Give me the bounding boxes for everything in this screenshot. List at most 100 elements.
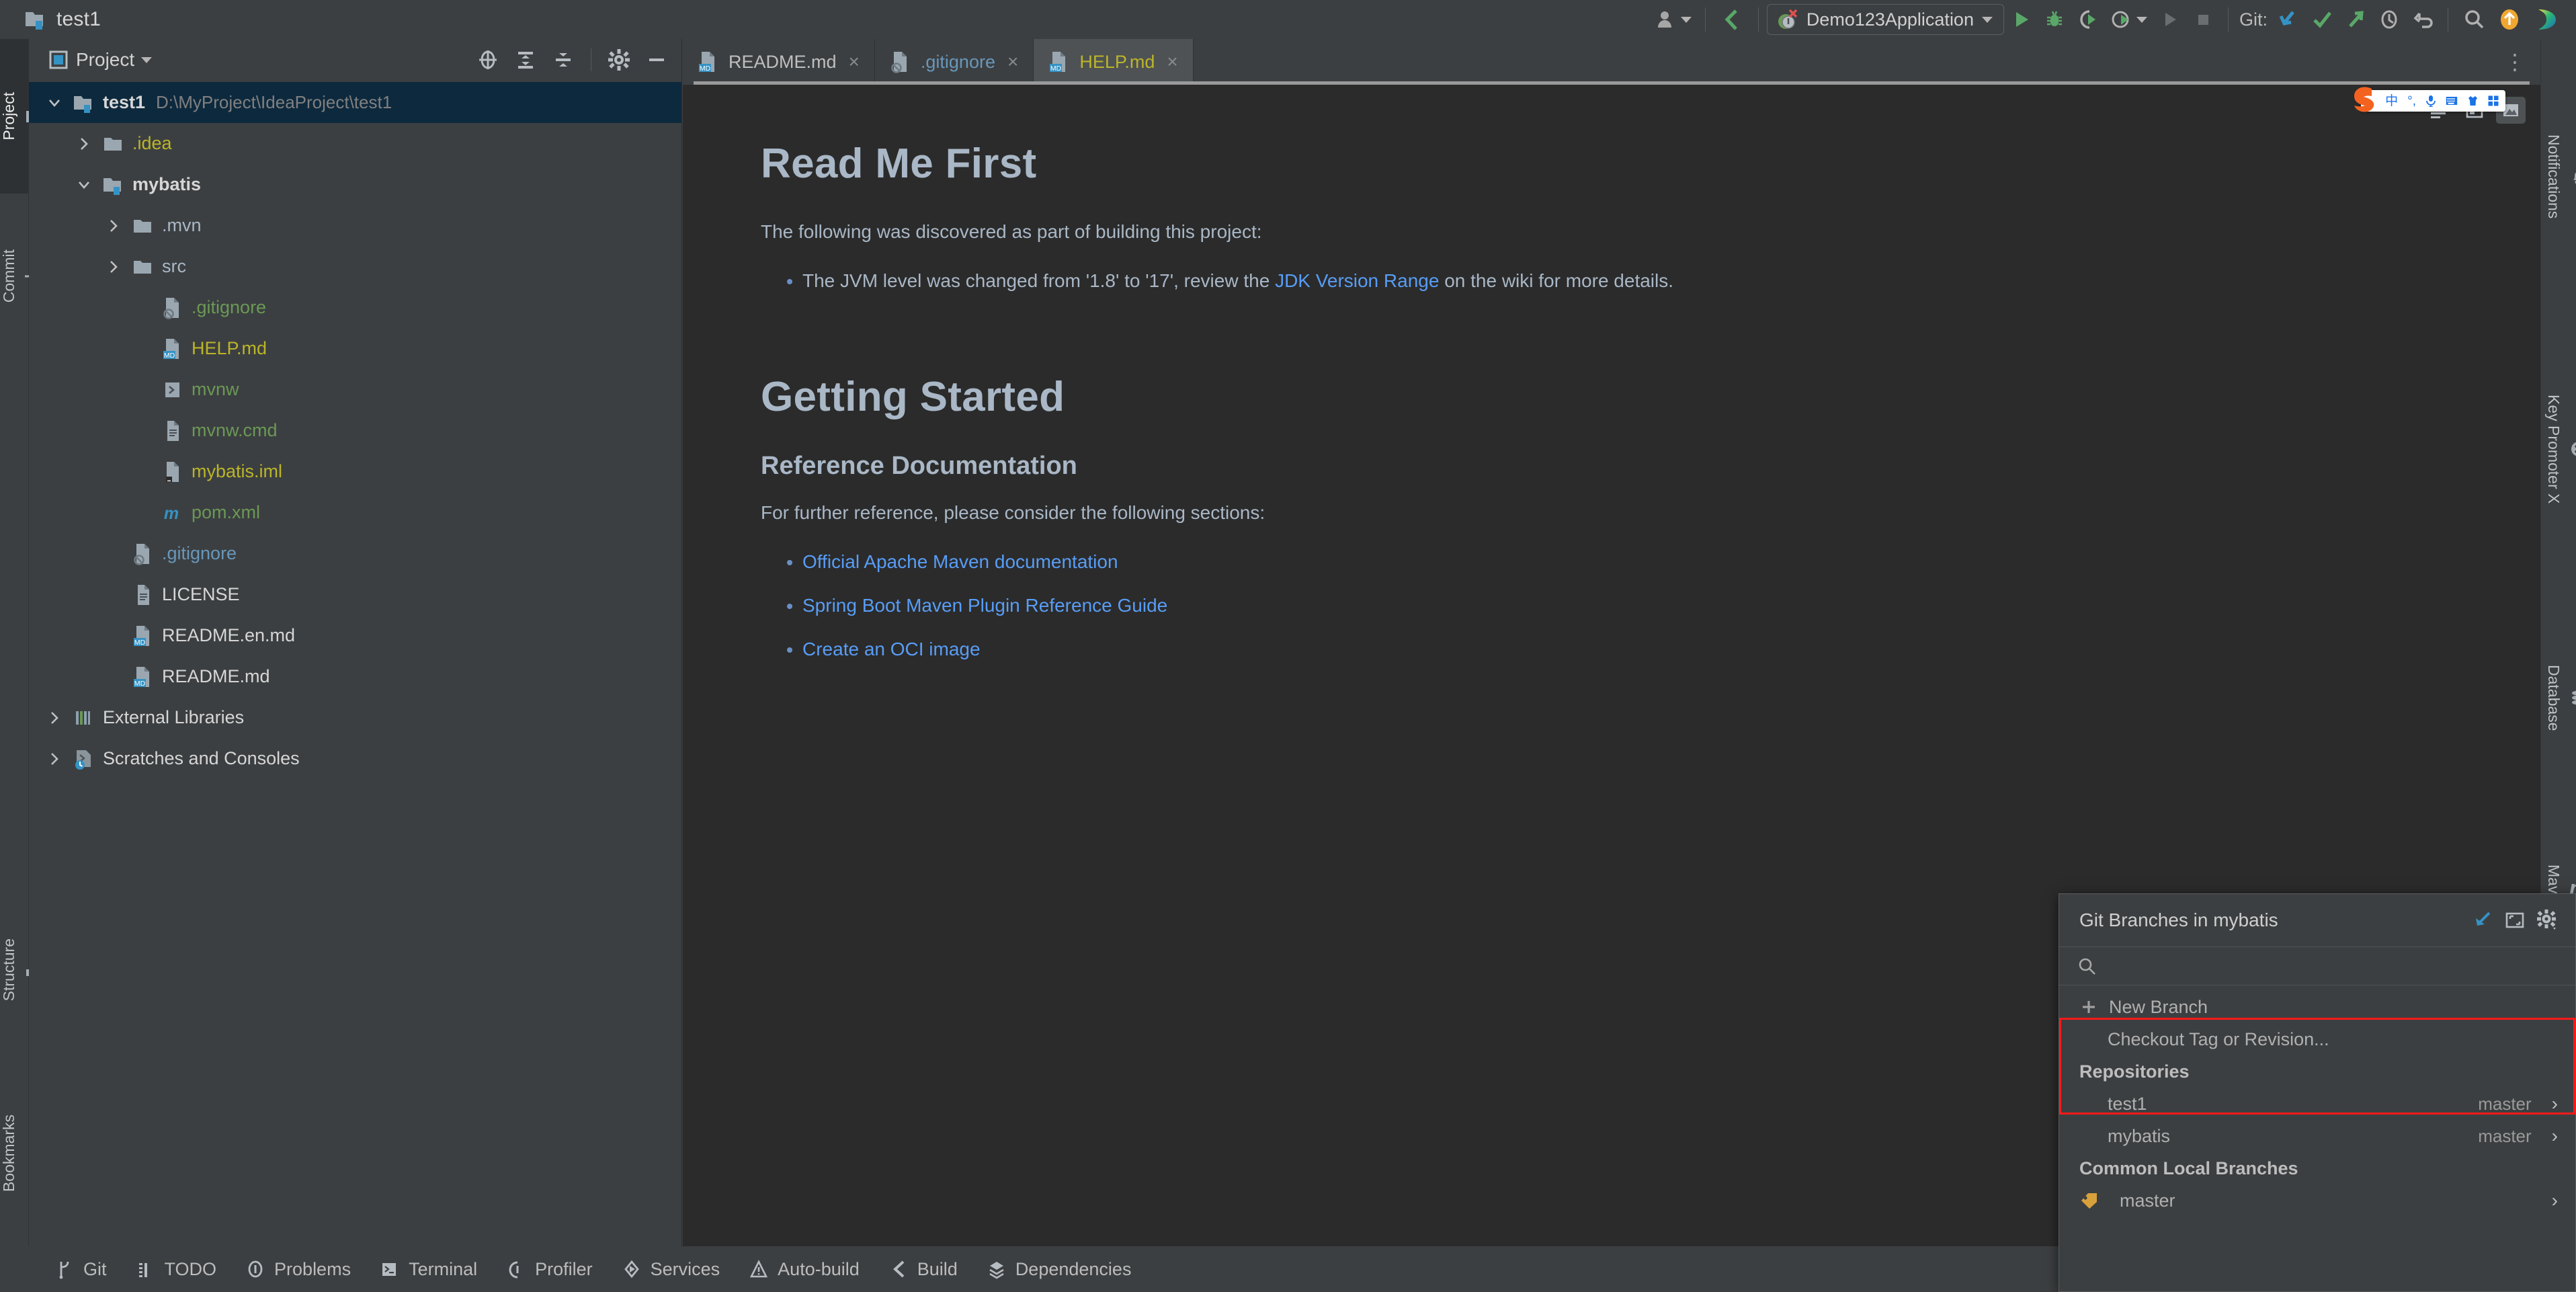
git-rollback-button[interactable] <box>2406 3 2440 36</box>
repository-row-mybatis[interactable]: mybatis master › <box>2059 1120 2575 1152</box>
git-history-button[interactable] <box>2372 3 2406 36</box>
run-with-coverage-button[interactable] <box>2071 3 2105 36</box>
tree-node-mvn[interactable]: .mvn <box>29 205 681 246</box>
reference-link[interactable]: Create an OCI image <box>802 639 981 659</box>
back-navigation-button[interactable] <box>1714 3 1750 36</box>
close-icon[interactable]: × <box>1007 51 1018 73</box>
list-item: The JVM level was changed from '1.8' to … <box>802 266 2094 295</box>
sidebar-item-structure[interactable]: Structure <box>0 886 39 1054</box>
status-bar-button-services[interactable]: Services <box>608 1251 735 1287</box>
editor-tab-readme-md[interactable]: MD README.md × <box>683 39 875 85</box>
close-icon[interactable]: × <box>849 51 860 73</box>
title-bar-right: Demo123Application Git: <box>1649 3 2576 36</box>
sidebar-item-project[interactable]: Project <box>0 39 41 194</box>
run-configuration-selector[interactable]: Demo123Application <box>1766 4 2004 35</box>
chevron-right-icon[interactable] <box>40 697 69 738</box>
git-branch-search-input[interactable] <box>2106 955 2558 977</box>
collapse-all-icon[interactable] <box>548 44 579 75</box>
tree-node-mybatis-iml[interactable]: mybatis.iml <box>29 451 681 492</box>
tree-node-mvnw-cmd[interactable]: mvnw.cmd <box>29 410 681 451</box>
sidebar-item-database[interactable]: Database <box>2544 597 2576 799</box>
run-button[interactable] <box>2004 3 2038 36</box>
debug-button[interactable] <box>2038 3 2071 36</box>
chevron-right-icon[interactable] <box>69 123 99 164</box>
git-commit-button[interactable] <box>2305 3 2339 36</box>
tree-node-scratches-and-consoles[interactable]: Scratches and Consoles <box>29 738 681 779</box>
status-bar-button-todo[interactable]: TODO <box>122 1251 232 1287</box>
ide-logo-icon[interactable] <box>2528 3 2564 36</box>
tree-node-readme-md[interactable]: MD README.md <box>29 656 681 697</box>
repository-branch: master <box>2478 1093 2532 1114</box>
sidebar-item-bookmarks[interactable]: Bookmarks <box>0 1061 38 1246</box>
git-branch-search-row[interactable] <box>2059 946 2575 985</box>
status-bar-button-git[interactable]: Git <box>40 1251 122 1287</box>
chevron-right-icon[interactable] <box>40 738 69 779</box>
tree-node-mybatis[interactable]: mybatis <box>29 164 681 205</box>
gear-icon[interactable] <box>2531 904 2563 936</box>
todo-icon <box>136 1259 157 1279</box>
tree-node-gitignore[interactable]: .gitignore <box>29 533 681 574</box>
chevron-right-icon[interactable] <box>99 205 128 246</box>
chevron-down-icon[interactable] <box>40 82 69 123</box>
toolbox-icon[interactable] <box>2488 95 2499 106</box>
sidebar-item-commit[interactable]: Commit <box>0 199 42 354</box>
tree-node-test1[interactable]: test1 D:\MyProject\IdeaProject\test1 <box>29 82 681 123</box>
new-branch-item[interactable]: New Branch <box>2059 991 2575 1023</box>
tree-node-gitignore[interactable]: .gitignore <box>29 287 681 328</box>
status-bar-button-profiler[interactable]: Profiler <box>492 1251 608 1287</box>
editor-options-button[interactable]: ⋮ <box>2489 39 2540 85</box>
chevron-right-icon: › <box>2551 1093 2558 1114</box>
branch-row-master[interactable]: master › <box>2059 1184 2575 1217</box>
tree-node-pom-xml[interactable]: m pom.xml <box>29 492 681 533</box>
sidebar-item-key-promoter-x[interactable]: Key Promoter X <box>2544 315 2576 583</box>
editor-tab-gitignore[interactable]: .gitignore × <box>875 39 1034 85</box>
reference-link[interactable]: Spring Boot Maven Plugin Reference Guide <box>802 595 1167 616</box>
status-bar-button-problems[interactable]: Problems <box>231 1251 366 1287</box>
sidebar-item-notifications[interactable]: Notifications <box>2544 46 2576 308</box>
status-bar-button-label: Auto-build <box>778 1258 860 1279</box>
sogou-ime-toolbar[interactable]: 中 °, <box>2354 87 2505 112</box>
status-bar-button-build[interactable]: Build <box>874 1251 972 1287</box>
repository-row-test1[interactable]: test1 master › <box>2059 1088 2575 1120</box>
jdk-version-range-link[interactable]: JDK Version Range <box>1275 270 1439 291</box>
profiler-button[interactable] <box>2105 3 2153 36</box>
gear-icon[interactable] <box>604 44 634 75</box>
git-update-button[interactable] <box>2272 3 2305 36</box>
reference-link[interactable]: Official Apache Maven documentation <box>802 551 1118 572</box>
hide-panel-icon[interactable] <box>641 44 672 75</box>
checkout-tag-or-revision-item[interactable]: Checkout Tag or Revision... <box>2059 1023 2575 1055</box>
restore-window-icon[interactable] <box>2466 904 2499 936</box>
status-bar-button-auto-build[interactable]: Auto-build <box>735 1251 874 1287</box>
tree-node-mvnw[interactable]: mvnw <box>29 369 681 410</box>
keyboard-icon[interactable] <box>2446 96 2458 106</box>
tree-node-src[interactable]: src <box>29 246 681 287</box>
updates-available-button[interactable] <box>2491 3 2528 36</box>
status-bar-button-label: Services <box>650 1258 720 1279</box>
skin-icon[interactable] <box>2467 95 2479 106</box>
chevron-down-icon[interactable] <box>69 164 99 205</box>
chinese-mode-icon[interactable]: 中 <box>2385 95 2398 108</box>
account-button[interactable] <box>1649 3 1697 36</box>
chevron-right-icon[interactable] <box>99 246 128 287</box>
status-bar-button-dependencies[interactable]: Dependencies <box>972 1251 1147 1287</box>
tree-node-readme-en-md[interactable]: MD README.en.md <box>29 615 681 656</box>
run-disabled-button[interactable] <box>2153 3 2186 36</box>
project-panel-title: Project <box>76 49 135 70</box>
maximize-icon[interactable] <box>2499 904 2531 936</box>
search-everywhere-button[interactable] <box>2456 3 2491 36</box>
tree-node-external-libraries[interactable]: External Libraries <box>29 697 681 738</box>
tree-node-idea[interactable]: .idea <box>29 123 681 164</box>
stop-button[interactable] <box>2186 3 2220 36</box>
tree-node-help-md[interactable]: MD HELP.md <box>29 328 681 369</box>
select-opened-file-icon[interactable] <box>472 44 503 75</box>
punctuation-icon[interactable]: °, <box>2407 95 2416 108</box>
tree-node-label: README.en.md <box>162 625 296 645</box>
editor-tab-help-md[interactable]: MD HELP.md × <box>694 39 2530 85</box>
close-icon[interactable]: × <box>1167 51 1177 73</box>
expand-all-icon[interactable] <box>510 44 541 75</box>
git-push-button[interactable] <box>2339 3 2372 36</box>
status-bar-button-terminal[interactable]: Terminal <box>366 1251 492 1287</box>
microphone-icon[interactable] <box>2425 95 2436 107</box>
chevron-down-icon[interactable] <box>141 56 153 63</box>
tree-node-license[interactable]: LICENSE <box>29 574 681 615</box>
